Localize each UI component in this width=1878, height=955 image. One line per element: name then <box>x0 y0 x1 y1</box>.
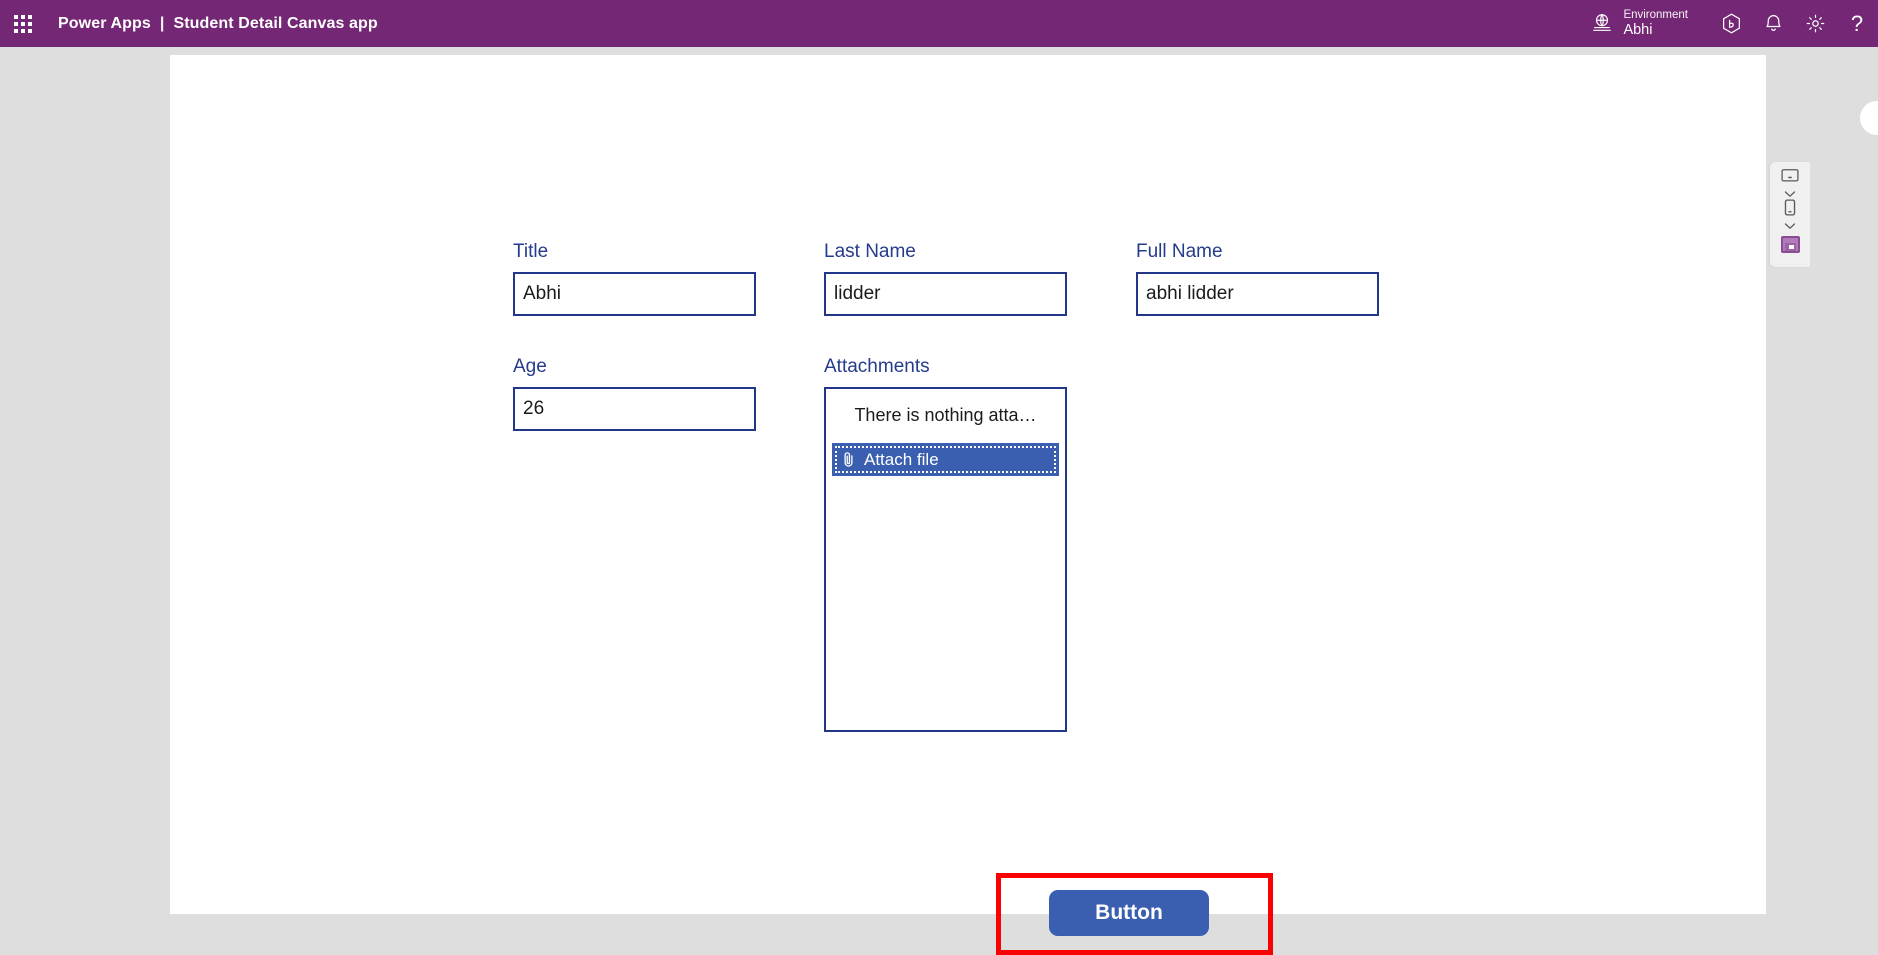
brand-separator: | <box>159 14 165 32</box>
field-label-age: Age <box>513 356 547 377</box>
last-name-input[interactable]: lidder <box>824 272 1067 316</box>
environment-text: Environment Abhi <box>1623 9 1688 39</box>
device-preview-rail <box>1770 162 1810 267</box>
page-title: Student Detail Canvas app <box>173 14 378 32</box>
paperclip-icon <box>841 450 856 469</box>
age-input[interactable]: 26 <box>513 387 756 431</box>
form-field-title: Title Abhi <box>513 241 756 316</box>
attach-file-label: Attach file <box>864 449 939 469</box>
app-launcher-button[interactable] <box>0 0 46 47</box>
screen-preview-active-icon[interactable] <box>1780 236 1800 253</box>
form-field-attachments: Attachments There is nothing atta… Attac… <box>824 356 1067 732</box>
title-input[interactable]: Abhi <box>513 272 756 316</box>
field-label-full-name: Full Name <box>1136 241 1223 262</box>
floating-edge-circle <box>1860 101 1878 135</box>
app-launcher-waffle-icon <box>14 14 32 33</box>
field-label-title: Title <box>513 241 549 262</box>
attachments-control: There is nothing atta… Attach file <box>824 387 1067 732</box>
notifications-button[interactable] <box>1752 0 1794 47</box>
submit-button[interactable]: Button <box>1049 890 1209 936</box>
environment-label: Environment <box>1623 8 1688 21</box>
preview-badge-icon <box>1720 12 1743 35</box>
form-field-age: Age 26 <box>513 356 756 431</box>
settings-gear-icon <box>1805 13 1826 34</box>
preview-badge-button[interactable] <box>1710 0 1752 47</box>
environment-name: Abhi <box>1623 21 1653 38</box>
help-icon: ? <box>1850 10 1864 36</box>
brand-area: Power Apps | Student Detail Canvas app <box>58 15 378 33</box>
product-name[interactable]: Power Apps <box>58 15 151 33</box>
app-header: Power Apps | Student Detail Canvas app E… <box>0 0 1878 47</box>
settings-button[interactable] <box>1794 0 1836 47</box>
phone-size-chevron-button[interactable] <box>1775 220 1805 232</box>
environment-selector[interactable]: Environment Abhi <box>1591 9 1688 39</box>
phone-size-chevron-icon <box>1784 217 1796 235</box>
field-label-last-name: Last Name <box>824 241 916 262</box>
form-field-full-name: Full Name abhi lidder <box>1136 241 1379 316</box>
field-label-attachments: Attachments <box>824 356 930 377</box>
app-canvas: Title Abhi Last Name lidder Full Name ab… <box>170 55 1766 955</box>
attach-file-button[interactable]: Attach file <box>832 443 1059 476</box>
workspace: Title Abhi Last Name lidder Full Name ab… <box>0 47 1878 955</box>
help-button[interactable]: ? <box>1836 0 1878 47</box>
notifications-bell-icon <box>1763 13 1784 34</box>
environment-globe-icon <box>1591 12 1613 34</box>
form-field-last-name: Last Name lidder <box>824 241 1067 316</box>
attachments-empty-text: There is nothing atta… <box>854 405 1037 425</box>
full-name-input[interactable]: abhi lidder <box>1136 272 1379 316</box>
